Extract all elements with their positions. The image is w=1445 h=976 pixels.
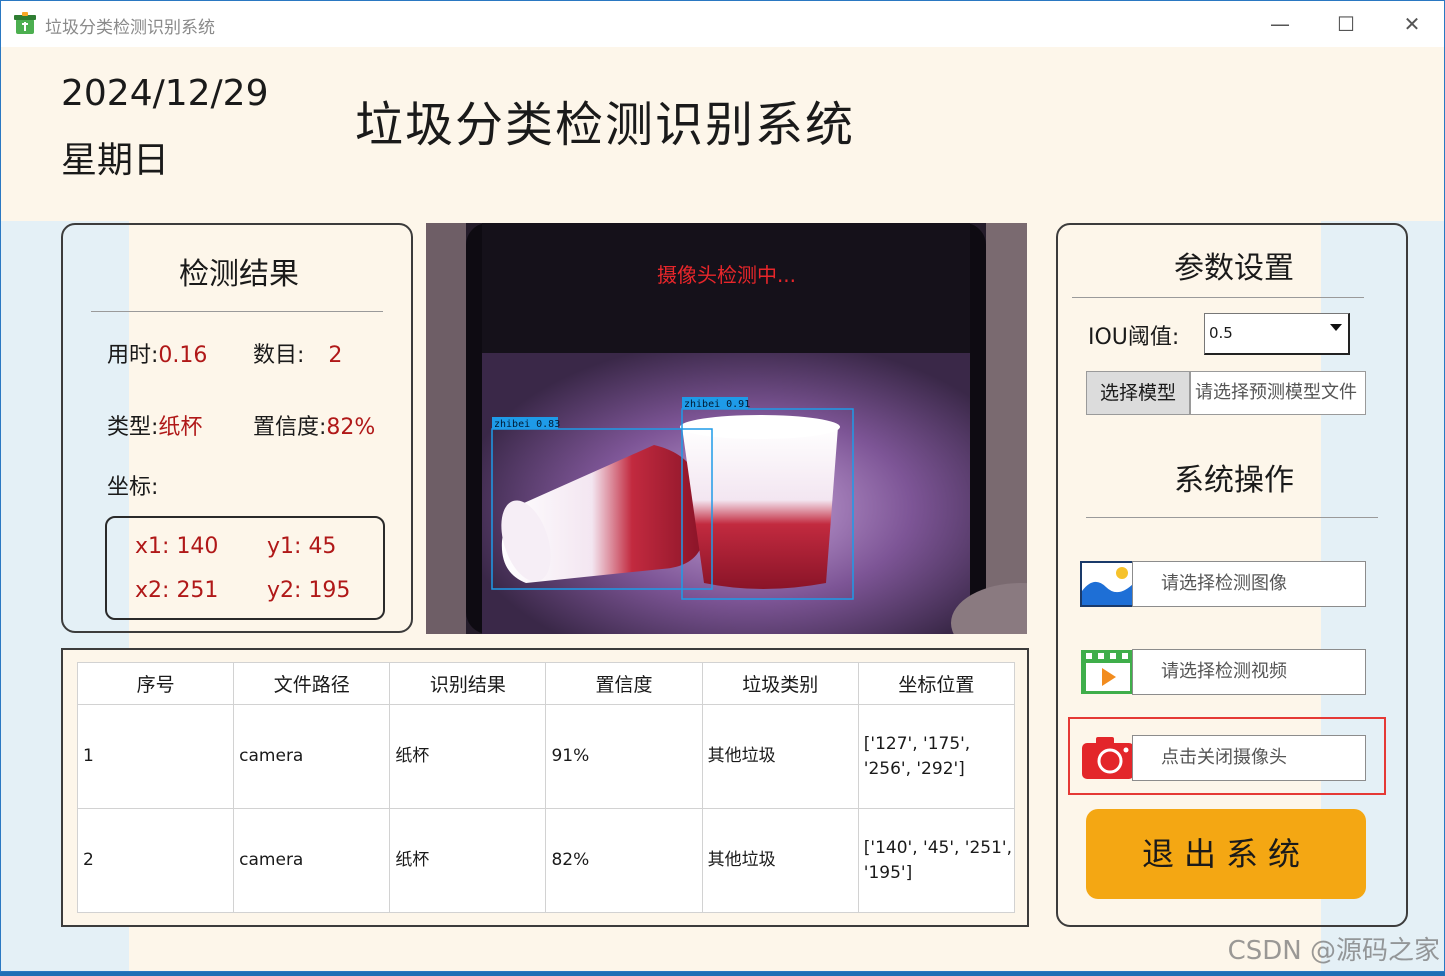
minimize-button[interactable]: —: [1260, 9, 1300, 39]
bbox-1-label: zhibei 0.83: [494, 419, 560, 430]
settings-panel: 参数设置 IOU阈值: 0.5 选择模型 请选择预测模型文件 系统操作 请选择检…: [1056, 223, 1408, 927]
recycle-bin-icon: [14, 12, 36, 34]
date-display: 2024/12/29: [61, 73, 269, 114]
window-title: 垃圾分类检测识别系统: [45, 18, 215, 38]
ops-title: 系统操作: [1174, 463, 1294, 498]
header-confidence[interactable]: 置信度: [545, 662, 703, 705]
cell-result[interactable]: 纸杯: [389, 704, 547, 809]
video-select-row[interactable]: 请选择检测视频: [1080, 649, 1366, 695]
results-table[interactable]: 序号 文件路径 识别结果 置信度 垃圾类别 坐标位置 1 camera 纸杯 9…: [76, 662, 1016, 913]
iou-threshold-select[interactable]: 0.5: [1204, 313, 1350, 355]
cell-confidence[interactable]: 82%: [545, 808, 703, 913]
image-select-row[interactable]: 请选择检测图像: [1080, 561, 1366, 607]
watermark: CSDN @源码之家: [1227, 936, 1440, 966]
maximize-button[interactable]: ☐: [1326, 9, 1366, 39]
cell-coords[interactable]: ['140', '45', '251', '195']: [857, 808, 1016, 913]
image-file-field[interactable]: 请选择检测图像: [1132, 561, 1366, 607]
cell-path[interactable]: camera: [233, 808, 391, 913]
y1-coord: y1: 45: [267, 534, 337, 559]
cell-coords[interactable]: ['127', '175', '256', '292']: [857, 704, 1016, 809]
results-table-frame: 序号 文件路径 识别结果 置信度 垃圾类别 坐标位置 1 camera 纸杯 9…: [61, 648, 1029, 927]
confidence-value: 82%: [326, 415, 376, 440]
table-header-row: 序号 文件路径 识别结果 置信度 垃圾类别 坐标位置: [76, 662, 1016, 705]
coords-box: x1: 140 y1: 45 x2: 251 y2: 195: [105, 516, 385, 620]
cell-category[interactable]: 其他垃圾: [701, 808, 859, 913]
weekday-display: 星期日: [61, 140, 170, 181]
cell-category[interactable]: 其他垃圾: [701, 704, 859, 809]
camera-icon[interactable]: [1080, 735, 1136, 781]
params-title: 参数设置: [1174, 251, 1294, 286]
coords-label: 坐标:: [107, 475, 159, 500]
cup-standing: [680, 415, 840, 589]
iou-label: IOU阈值:: [1088, 325, 1180, 350]
title-bar[interactable]: 垃圾分类检测识别系统 — ☐ ✕: [1, 1, 1444, 47]
confidence-label: 置信度:82%: [253, 415, 376, 440]
x1-coord: x1: 140: [135, 534, 219, 559]
header-category[interactable]: 垃圾类别: [701, 662, 859, 705]
camera-toggle-field[interactable]: 点击关闭摄像头: [1132, 735, 1366, 781]
header-path[interactable]: 文件路径: [233, 662, 391, 705]
model-file-field[interactable]: 请选择预测模型文件: [1190, 371, 1366, 415]
header-index[interactable]: 序号: [76, 662, 235, 705]
type-label: 类型:纸杯: [107, 415, 203, 440]
camera-toggle-row[interactable]: 点击关闭摄像头: [1080, 735, 1366, 781]
exit-system-button[interactable]: 退出系统: [1086, 809, 1366, 899]
time-value: 0.16: [158, 343, 208, 368]
iou-value: 0.5: [1209, 324, 1233, 342]
count-label: 数目: 2: [253, 343, 343, 368]
y2-coord: y2: 195: [267, 578, 351, 603]
close-button[interactable]: ✕: [1392, 9, 1432, 39]
header-result[interactable]: 识别结果: [389, 662, 547, 705]
video-file-field[interactable]: 请选择检测视频: [1132, 649, 1366, 695]
table-row[interactable]: 2 camera 纸杯 82% 其他垃圾 ['140', '45', '251'…: [76, 808, 1016, 913]
cell-index[interactable]: 2: [76, 808, 235, 913]
page-title: 垃圾分类检测识别系统: [355, 97, 856, 153]
detection-result-title: 检测结果: [179, 257, 299, 292]
divider: [1086, 517, 1378, 518]
camera-status: 摄像头检测中...: [656, 263, 797, 287]
divider: [91, 311, 383, 312]
select-model-button[interactable]: 选择模型: [1086, 371, 1190, 415]
cell-index[interactable]: 1: [76, 704, 235, 809]
table-row[interactable]: 1 camera 纸杯 91% 其他垃圾 ['127', '175', '256…: [76, 704, 1016, 809]
video-icon[interactable]: [1080, 649, 1136, 695]
cell-result[interactable]: 纸杯: [389, 808, 547, 913]
type-value: 纸杯: [158, 415, 203, 440]
dropdown-arrow-icon[interactable]: [1330, 324, 1342, 331]
camera-view: zhibei 0.83 zhibei 0.91 摄像头检测中...: [426, 223, 1027, 634]
bbox-2-label: zhibei 0.91: [684, 399, 750, 410]
cell-confidence[interactable]: 91%: [545, 704, 703, 809]
header-coords[interactable]: 坐标位置: [857, 662, 1016, 705]
cell-path[interactable]: camera: [233, 704, 391, 809]
divider: [1072, 297, 1364, 298]
detection-result-panel: 检测结果 用时:0.16 数目: 2 类型:纸杯 置信度:82% 坐标: x1: …: [61, 223, 413, 633]
count-value: 2: [328, 343, 343, 368]
time-label: 用时:0.16: [107, 343, 208, 368]
x2-coord: x2: 251: [135, 578, 219, 603]
main-content: 2024/12/29 星期日 垃圾分类检测识别系统 检测结果 用时:0.16 数…: [1, 47, 1444, 971]
app-window: 垃圾分类检测识别系统 — ☐ ✕ 2024/12/29 星期日 垃圾分类检测识别…: [0, 0, 1445, 972]
image-icon[interactable]: [1080, 561, 1136, 607]
